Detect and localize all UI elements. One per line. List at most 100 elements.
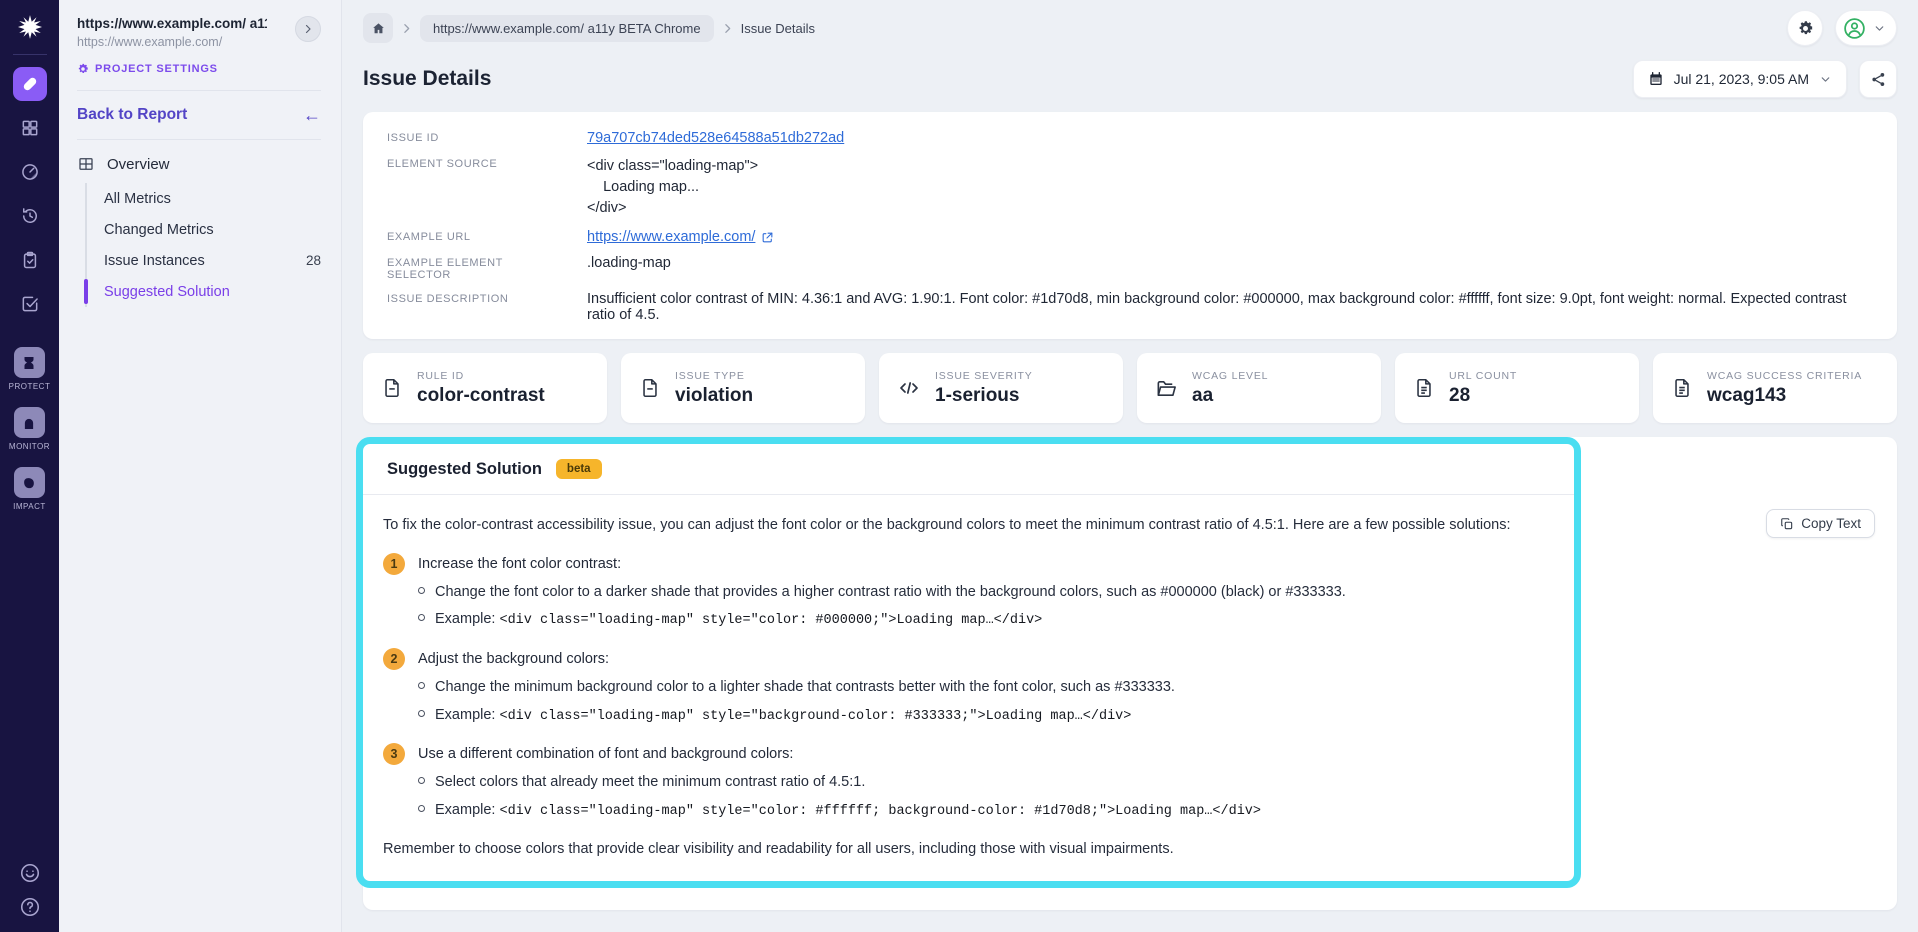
example-url-label: EXAMPLE URL xyxy=(387,229,565,245)
project-settings-label: PROJECT SETTINGS xyxy=(95,63,218,75)
stat-card-url-count: URL COUNT 28 xyxy=(1395,353,1639,423)
step-title: Adjust the background colors: xyxy=(418,651,609,667)
feedback-smiley-icon[interactable] xyxy=(19,862,41,884)
impact-label: IMPACT xyxy=(13,502,46,511)
issue-description-label: ISSUE DESCRIPTION xyxy=(387,291,565,323)
task-check-icon[interactable] xyxy=(13,287,47,321)
sidebar-item-all-metrics[interactable]: All Metrics xyxy=(87,183,321,214)
overview-label: Overview xyxy=(107,156,170,173)
sidebar-subnav: All Metrics Changed Metrics Issue Instan… xyxy=(85,183,321,307)
all-metrics-label: All Metrics xyxy=(104,191,171,207)
impact-app-icon xyxy=(14,467,45,498)
stat-card-issue-type: ISSUE TYPE violation xyxy=(621,353,865,423)
stat-value: wcag143 xyxy=(1707,385,1862,407)
example-code: <div class="loading-map" style="color: #… xyxy=(499,804,1261,819)
stat-label: URL COUNT xyxy=(1449,370,1517,382)
share-button[interactable] xyxy=(1859,60,1897,98)
a11y-module-icon[interactable] xyxy=(13,67,47,101)
history-icon[interactable] xyxy=(13,199,47,233)
step-number: 3 xyxy=(383,743,405,765)
clipboard-check-icon[interactable] xyxy=(13,243,47,277)
code-icon xyxy=(897,376,921,400)
suggested-solution-label: Suggested Solution xyxy=(104,284,230,300)
date-picker[interactable]: Jul 21, 2023, 9:05 AM xyxy=(1633,60,1847,98)
external-link-icon xyxy=(761,231,774,244)
sidebar-divider xyxy=(77,90,321,91)
account-menu[interactable] xyxy=(1835,10,1897,46)
app-rail: PROTECT MONITOR IMPACT xyxy=(0,0,59,932)
solution-step-3: 3 Use a different combination of font an… xyxy=(383,743,1550,821)
example-code: <div class="loading-map" style="backgrou… xyxy=(499,709,1131,724)
step-bullet: Change the minimum background color to a… xyxy=(418,677,1550,697)
example-selector-value: .loading-map xyxy=(587,255,1873,281)
protect-app-icon xyxy=(14,347,45,378)
bullet-ring-icon xyxy=(418,587,425,594)
rail-divider xyxy=(13,54,47,55)
settings-gear-icon xyxy=(77,63,89,75)
copy-icon xyxy=(1780,517,1794,531)
step-number: 2 xyxy=(383,648,405,670)
chevron-down-icon xyxy=(1873,22,1886,35)
page-title: Issue Details xyxy=(363,67,491,91)
breadcrumb: https://www.example.com/ a11y BETA Chrom… xyxy=(363,0,1897,56)
stat-value: aa xyxy=(1192,385,1268,407)
file-text-icon xyxy=(1413,377,1435,399)
element-source-code: <div class="loading-map"> Loading map...… xyxy=(587,156,1873,219)
settings-button[interactable] xyxy=(1787,10,1823,46)
stat-label: WCAG LEVEL xyxy=(1192,370,1268,382)
back-arrow-icon: ← xyxy=(303,106,321,124)
chevron-down-icon xyxy=(1819,73,1832,86)
issue-id-link[interactable]: 79a707cb74ded528e64588a51db272ad xyxy=(587,130,844,146)
copy-text-label: Copy Text xyxy=(1801,516,1861,531)
example-label: Example: xyxy=(435,707,495,723)
stat-card-wcag-success-criteria: WCAG SUCCESS CRITERIA wcag143 xyxy=(1653,353,1897,423)
stat-cards-row: RULE ID color-contrast ISSUE TYPE violat… xyxy=(363,353,1897,423)
breadcrumb-site[interactable]: https://www.example.com/ a11y BETA Chrom… xyxy=(420,15,714,42)
home-icon[interactable] xyxy=(363,13,393,43)
example-label: Example: xyxy=(435,802,495,818)
solution-footer: Remember to choose colors that provide c… xyxy=(383,841,1550,857)
sidebar-item-changed-metrics[interactable]: Changed Metrics xyxy=(87,214,321,245)
back-to-report-link[interactable]: Back to Report ← xyxy=(77,106,321,124)
example-selector-label: EXAMPLE ELEMENT SELECTOR xyxy=(387,255,565,281)
sidebar-collapse-button[interactable] xyxy=(295,16,321,42)
sidebar-item-suggested-solution[interactable]: Suggested Solution xyxy=(87,276,321,307)
sidebar-item-overview[interactable]: Overview xyxy=(77,155,321,173)
app-protect[interactable]: PROTECT xyxy=(9,347,51,391)
copy-text-button[interactable]: Copy Text xyxy=(1766,509,1875,538)
step-bullet: Select colors that already meet the mini… xyxy=(418,772,1550,792)
gauge-icon[interactable] xyxy=(13,155,47,189)
site-url: https://www.example.com/ xyxy=(77,35,267,49)
stat-value: 1-serious xyxy=(935,385,1033,407)
issue-instances-count: 28 xyxy=(306,253,321,268)
share-icon xyxy=(1870,71,1887,88)
bullet-ring-icon xyxy=(418,710,425,717)
example-url-link[interactable]: https://www.example.com/ xyxy=(587,229,755,245)
bullet-ring-icon xyxy=(418,614,425,621)
chevron-right-icon xyxy=(400,22,413,35)
step-bullet: Change the font color to a darker shade … xyxy=(418,582,1550,602)
dashboard-grid-icon[interactable] xyxy=(13,111,47,145)
monitor-label: MONITOR xyxy=(9,442,50,451)
calendar-icon xyxy=(1648,71,1664,87)
step-example: Example: <div class="loading-map" style=… xyxy=(418,609,1550,631)
project-settings-link[interactable]: PROJECT SETTINGS xyxy=(77,63,321,75)
step-title: Use a different combination of font and … xyxy=(418,746,793,762)
stat-value: color-contrast xyxy=(417,385,545,407)
suggested-solution-panel: Suggested Solution beta To fix the color… xyxy=(363,437,1897,910)
stat-card-issue-severity: ISSUE SEVERITY 1-serious xyxy=(879,353,1123,423)
back-to-report-label: Back to Report xyxy=(77,106,187,124)
date-value: Jul 21, 2023, 9:05 AM xyxy=(1674,71,1809,87)
stat-label: RULE ID xyxy=(417,370,545,382)
breadcrumb-page: Issue Details xyxy=(741,21,815,36)
app-impact[interactable]: IMPACT xyxy=(13,467,46,511)
stat-label: WCAG SUCCESS CRITERIA xyxy=(1707,370,1862,382)
stat-value: violation xyxy=(675,385,753,407)
suggested-solution-card: Suggested Solution beta To fix the color… xyxy=(356,437,1581,888)
app-monitor[interactable]: MONITOR xyxy=(9,407,50,451)
stat-value: 28 xyxy=(1449,385,1517,407)
help-icon[interactable] xyxy=(19,896,41,918)
solution-intro: To fix the color-contrast accessibility … xyxy=(383,515,1550,536)
sidebar-item-issue-instances[interactable]: Issue Instances 28 xyxy=(87,245,321,276)
step-number: 1 xyxy=(383,553,405,575)
